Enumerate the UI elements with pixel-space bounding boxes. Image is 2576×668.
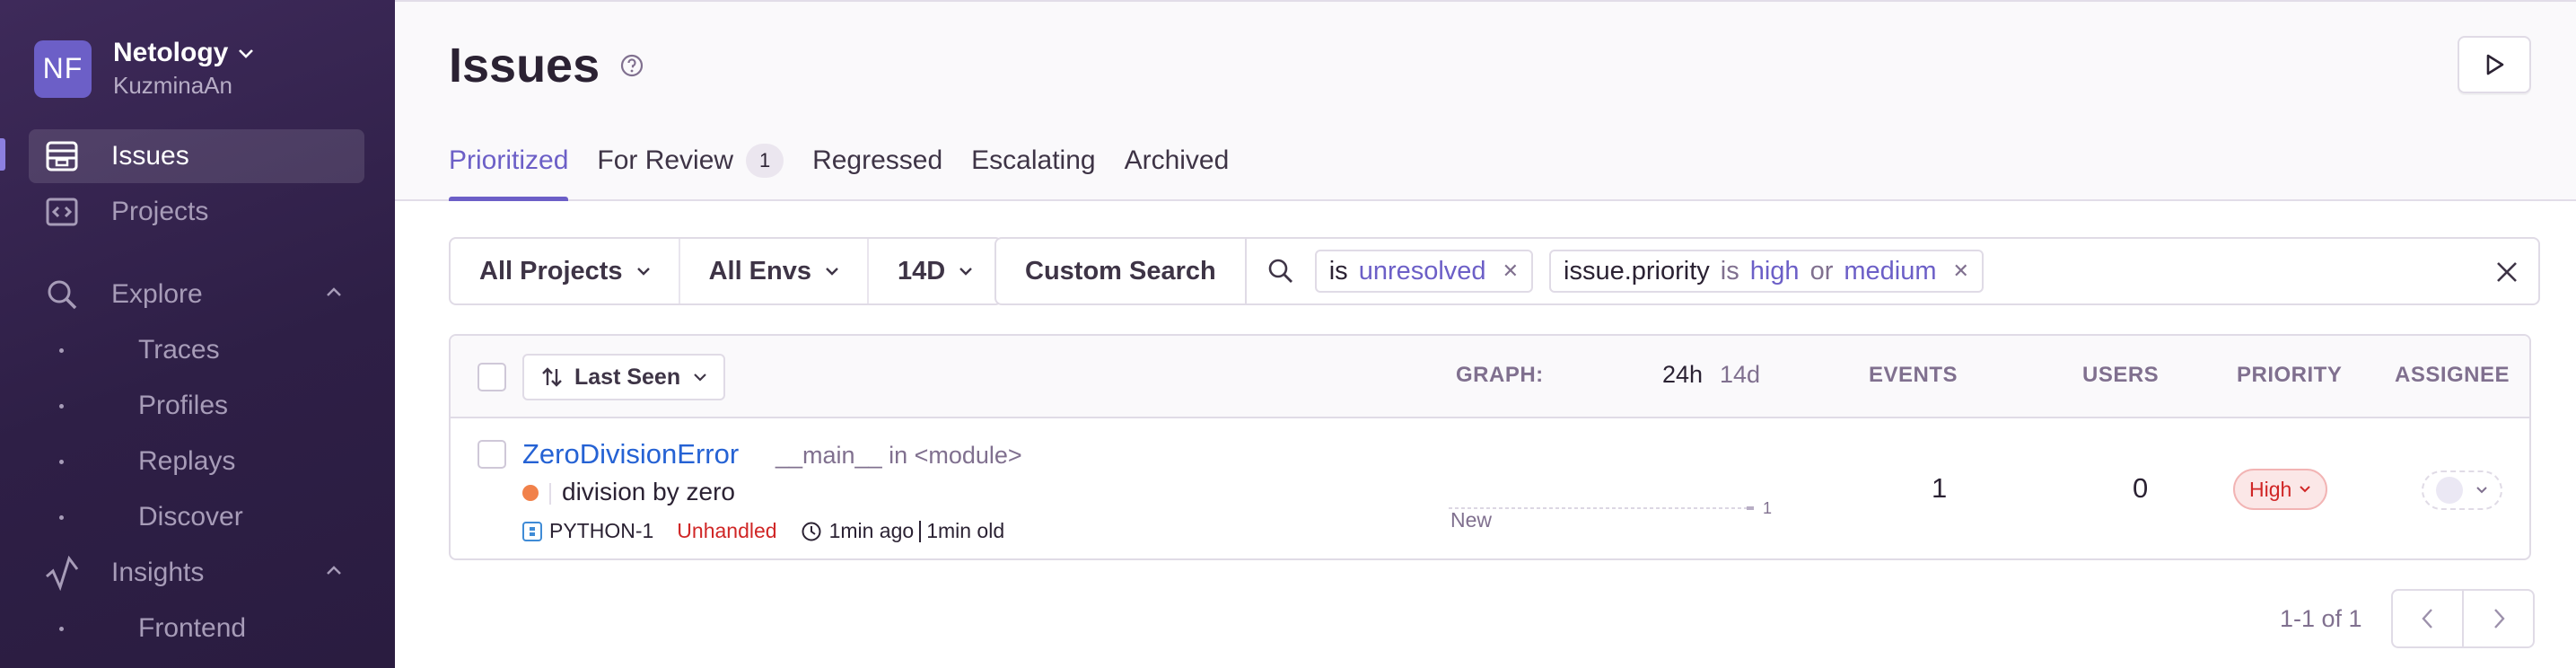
- last-seen-time[interactable]: 1min ago: [829, 519, 915, 543]
- priority-column-header[interactable]: PRIORITY: [2237, 363, 2342, 388]
- issue-culprit: __main__ in <module>: [775, 442, 1022, 469]
- insights-icon: [41, 552, 83, 593]
- chevron-down-icon: [2300, 486, 2311, 493]
- sidebar-item-insights[interactable]: Insights: [29, 546, 364, 600]
- chevron-up-icon[interactable]: [323, 282, 345, 303]
- page-title: Issues: [449, 38, 644, 93]
- play-icon: [2486, 54, 2504, 75]
- pagination-caption: 1-1 of 1: [2280, 605, 2362, 632]
- issue-search-bar[interactable]: Custom Search is unresolved ✕ issue.prio…: [994, 237, 2540, 305]
- issue-title-link[interactable]: ZeroDivisionError: [522, 438, 739, 470]
- select-all-checkbox[interactable]: [478, 363, 506, 391]
- sidebar-item-discover[interactable]: Discover: [29, 494, 364, 541]
- events-column-header[interactable]: EVENTS: [1869, 363, 1958, 388]
- org-name: Netology: [113, 38, 255, 68]
- remove-token-icon[interactable]: ✕: [1503, 259, 1519, 283]
- user-count: 0: [2133, 472, 2149, 504]
- new-issue-label: New: [1450, 508, 1493, 532]
- org-switcher[interactable]: NF Netology KuzminaAn: [34, 38, 255, 100]
- issues-icon: [41, 136, 83, 177]
- row-checkbox[interactable]: [478, 440, 506, 469]
- chevron-right-icon: [2493, 609, 2505, 628]
- custom-search-button[interactable]: Custom Search: [996, 239, 1247, 303]
- chevron-down-icon: [636, 268, 650, 276]
- divider: [549, 483, 551, 505]
- assignee-selector[interactable]: [2422, 470, 2502, 510]
- previous-page-button[interactable]: [2393, 591, 2462, 646]
- sidebar-item-projects[interactable]: Projects: [29, 185, 364, 239]
- graph-24h-toggle[interactable]: 24h: [1662, 361, 1703, 389]
- sidebar-item-frontend[interactable]: Frontend: [29, 605, 364, 652]
- org-avatar: NF: [34, 40, 92, 98]
- chevron-down-icon: [2476, 487, 2487, 494]
- graph-14d-toggle[interactable]: 14d: [1720, 361, 1760, 389]
- remove-token-icon[interactable]: ✕: [1953, 259, 1969, 283]
- sidebar: NF Netology KuzminaAn Issues Projects Ex…: [0, 0, 395, 668]
- close-icon[interactable]: [2493, 259, 2520, 286]
- active-nav-marker: [0, 138, 5, 171]
- environment-filter[interactable]: All Envs: [678, 239, 867, 303]
- sort-dropdown[interactable]: Last Seen: [522, 354, 726, 400]
- clock-icon: [802, 522, 821, 541]
- sidebar-item-profiles[interactable]: Profiles: [29, 382, 364, 429]
- sidebar-item-explore[interactable]: Explore: [29, 268, 364, 321]
- search-token-priority[interactable]: issue.priority is high or medium ✕: [1549, 250, 1984, 293]
- chevron-down-icon: [959, 268, 973, 276]
- org-user: KuzminaAn: [113, 72, 232, 99]
- tab-prioritized[interactable]: Prioritized: [449, 145, 569, 201]
- sidebar-item-replays[interactable]: Replays: [29, 438, 364, 485]
- tab-escalating[interactable]: Escalating: [971, 145, 1095, 201]
- sparkline-max-label: 1: [1763, 499, 1772, 515]
- first-seen-time[interactable]: 1min old: [926, 519, 1004, 543]
- project-filter[interactable]: All Projects: [451, 239, 679, 303]
- play-tour-button[interactable]: [2458, 36, 2531, 93]
- issue-short-id[interactable]: PYTHON-1: [549, 519, 653, 543]
- sidebar-item-traces[interactable]: Traces: [29, 327, 364, 374]
- error-level-indicator: [522, 485, 539, 501]
- chevron-down-icon: [694, 374, 706, 382]
- projects-icon: [41, 191, 83, 233]
- sidebar-item-issues[interactable]: Issues: [29, 129, 364, 183]
- table-row[interactable]: ZeroDivisionError __main__ in <module> d…: [451, 418, 2529, 558]
- users-column-header[interactable]: USERS: [2082, 363, 2159, 388]
- sort-icon: [542, 367, 562, 387]
- event-sparkline: 1: [1449, 499, 1772, 515]
- assignee-column-header: ASSIGNEE: [2395, 363, 2510, 387]
- chevron-up-icon[interactable]: [323, 560, 345, 582]
- issue-message: division by zero: [562, 478, 735, 505]
- event-count: 1: [1932, 472, 1948, 504]
- priority-dropdown[interactable]: High: [2233, 469, 2328, 510]
- issue-tabs: Prioritized For Review 1 Regressed Escal…: [449, 144, 1257, 201]
- avatar-placeholder: [2436, 477, 2463, 504]
- help-icon[interactable]: [619, 53, 644, 78]
- count-badge: 1: [746, 144, 784, 178]
- issues-table: Last Seen GRAPH: 24h 14d EVENTS USERS PR…: [449, 334, 2531, 560]
- search-token-status[interactable]: is unresolved ✕: [1314, 250, 1533, 293]
- main-content: Issues Prioritized For Review 1 Regresse…: [395, 0, 2576, 668]
- tab-regressed[interactable]: Regressed: [812, 145, 942, 201]
- graph-column-header: GRAPH:: [1456, 363, 1544, 387]
- unhandled-badge: Unhandled: [677, 519, 777, 542]
- chevron-left-icon: [2421, 609, 2432, 628]
- next-page-button[interactable]: [2462, 591, 2533, 646]
- chevron-down-icon: [239, 49, 254, 58]
- chevron-down-icon: [826, 268, 838, 276]
- tab-archived[interactable]: Archived: [1125, 145, 1230, 201]
- search-icon: [41, 274, 83, 315]
- pagination: [2391, 589, 2535, 648]
- page-filters: All Projects All Envs 14D: [449, 237, 1003, 305]
- search-icon: [1268, 259, 1292, 283]
- issue-meta: PYTHON-1 Unhandled 1min ago 1min old: [522, 519, 1004, 543]
- python-project-icon: [522, 521, 542, 541]
- date-range-filter[interactable]: 14D: [867, 239, 1001, 303]
- tab-for-review[interactable]: For Review 1: [597, 144, 784, 201]
- table-header: Last Seen GRAPH: 24h 14d EVENTS USERS PR…: [451, 336, 2529, 418]
